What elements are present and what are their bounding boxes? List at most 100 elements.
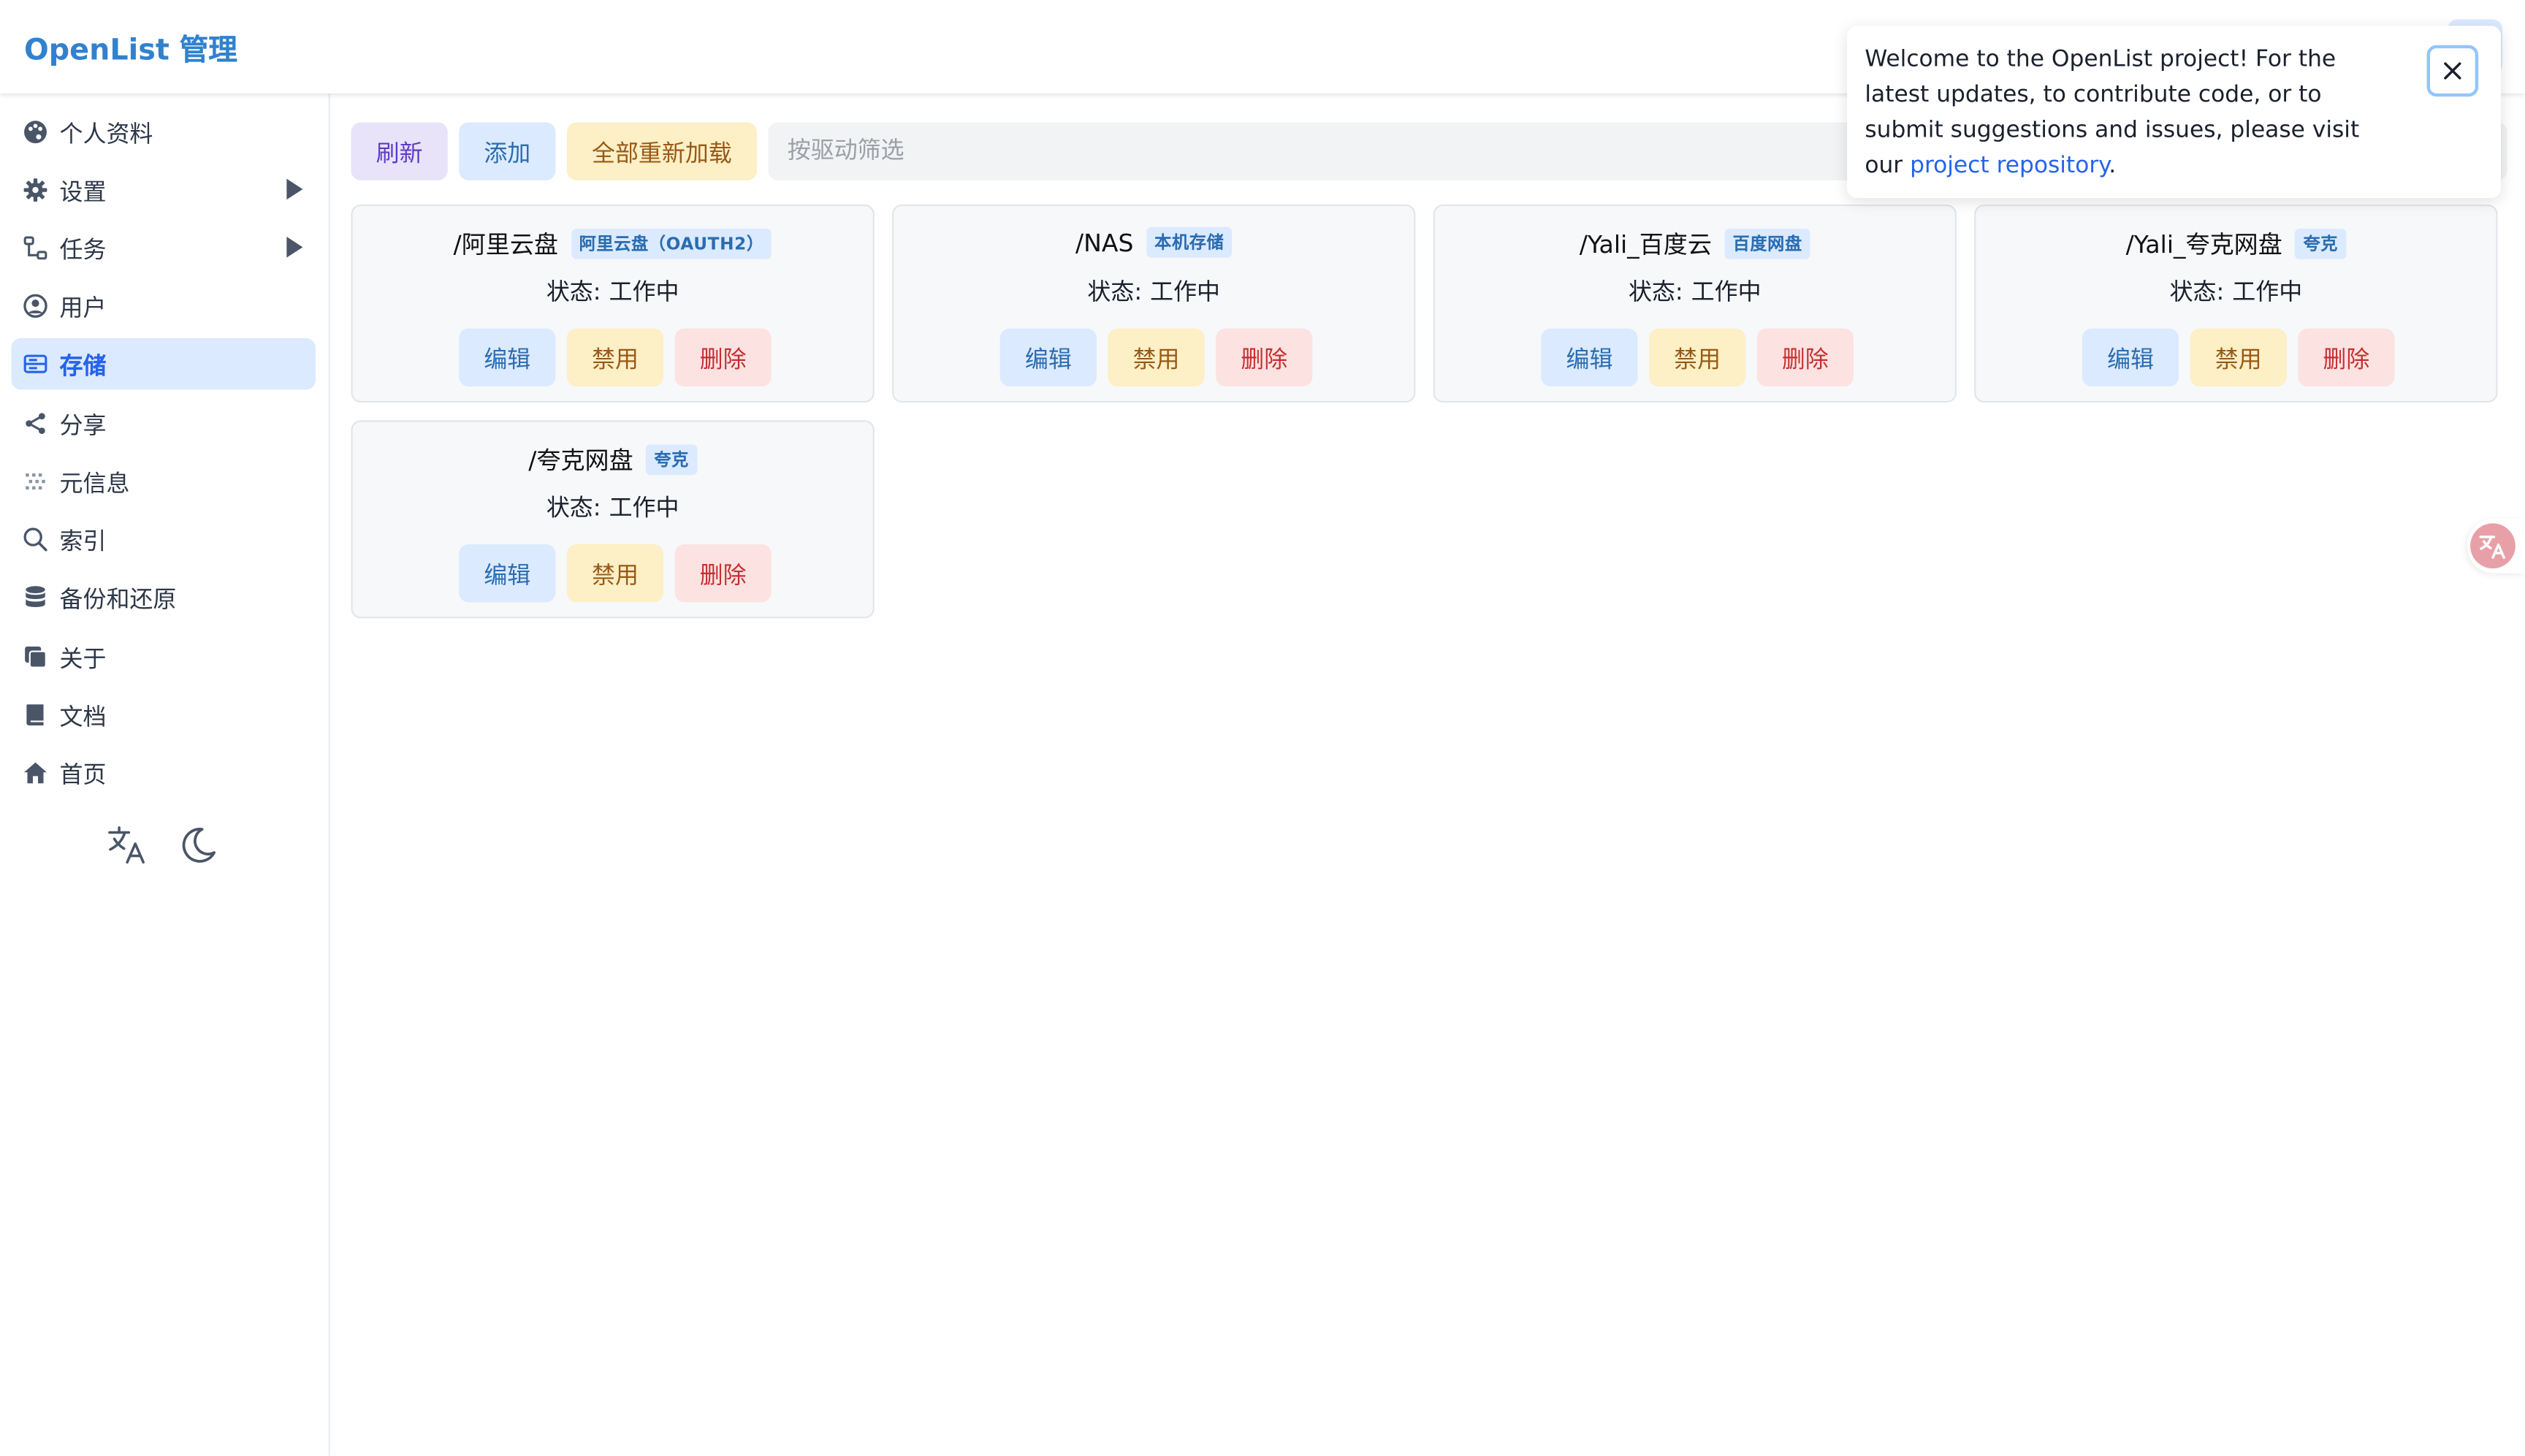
storage-status: 状态: 工作中 — [353, 489, 873, 523]
sidebar-item-label: 备份和还原 — [59, 587, 177, 613]
disable-button[interactable]: 禁用 — [1648, 328, 1746, 386]
status-label: 状态: — [546, 495, 601, 522]
storage-path: /NAS — [1075, 227, 1134, 257]
sidebar-item-about[interactable]: 关于 — [11, 631, 316, 683]
close-icon — [2444, 62, 2461, 80]
app-root: OpenList 管理 个人资料 设置 任务 用户 存储 分享 元信息 索引 备… — [0, 0, 2525, 1456]
storage-status: 状态: 工作中 — [1976, 274, 2496, 308]
sidebar-item-label: 关于 — [59, 646, 107, 673]
storage-card: /阿里云盘 阿里云盘（OAUTH2） 状态: 工作中 编辑 禁用 删除 — [351, 204, 875, 403]
sidebar-item-label: 索引 — [59, 529, 107, 555]
sidebar-item-label: 个人资料 — [59, 121, 153, 148]
palette-icon — [23, 119, 48, 145]
edit-button[interactable]: 编辑 — [459, 544, 556, 603]
share-icon — [23, 411, 48, 436]
toast-message: Welcome to the OpenList project! For the… — [1865, 42, 2390, 183]
storage-card: /Yali_百度云 百度网盘 状态: 工作中 编辑 禁用 删除 — [1433, 204, 1957, 403]
status-value: 工作中 — [2232, 280, 2303, 306]
sidebar-item-profile[interactable]: 个人资料 — [11, 106, 316, 158]
user-circle-icon — [23, 293, 48, 319]
status-value: 工作中 — [609, 495, 679, 522]
delete-button[interactable]: 删除 — [674, 328, 772, 386]
app-title[interactable]: OpenList 管理 — [24, 27, 237, 69]
translate-icon[interactable] — [106, 824, 148, 866]
home-icon — [23, 760, 48, 785]
status-label: 状态: — [546, 280, 601, 306]
sidebar-item-home[interactable]: 首页 — [11, 747, 316, 799]
floating-translate-button[interactable] — [2467, 518, 2525, 573]
sidebar-item-settings[interactable]: 设置 — [11, 164, 316, 216]
delete-button[interactable]: 删除 — [674, 544, 772, 603]
disable-button[interactable]: 禁用 — [1108, 328, 1205, 386]
sidebar-item-docs[interactable]: 文档 — [11, 689, 316, 741]
sidebar-item-label: 分享 — [59, 413, 107, 439]
storage-path: /阿里云盘 — [453, 230, 558, 259]
driver-badge: 夸克 — [646, 444, 697, 476]
storage-path: /Yali_夸克网盘 — [2125, 230, 2282, 259]
driver-badge: 百度网盘 — [1724, 228, 1810, 259]
storage-status: 状态: 工作中 — [894, 274, 1414, 308]
search-icon — [23, 527, 48, 552]
close-button[interactable] — [2426, 45, 2479, 97]
reload-all-button[interactable]: 全部重新加载 — [566, 122, 757, 180]
driver-badge: 夸克 — [2295, 228, 2347, 259]
database-icon — [23, 584, 48, 610]
copy-icon — [23, 644, 48, 670]
status-value: 工作中 — [1150, 280, 1221, 306]
gear-icon — [23, 177, 48, 202]
sidebar-item-metadata[interactable]: 元信息 — [11, 456, 316, 508]
edit-button[interactable]: 编辑 — [2082, 328, 2179, 386]
delete-button[interactable]: 删除 — [1756, 328, 1854, 386]
sidebar-item-label: 元信息 — [59, 470, 130, 497]
refresh-button[interactable]: 刷新 — [351, 122, 448, 180]
chevron-right-icon — [286, 178, 303, 200]
driver-badge: 阿里云盘（OAUTH2） — [571, 228, 772, 259]
edit-button[interactable]: 编辑 — [999, 328, 1097, 386]
sidebar-item-label: 文档 — [59, 704, 107, 731]
add-button[interactable]: 添加 — [459, 122, 556, 180]
sidebar-item-label: 任务 — [59, 237, 107, 264]
driver-badge: 本机存储 — [1146, 226, 1233, 258]
sidebar-item-users[interactable]: 用户 — [11, 281, 316, 332]
storage-status: 状态: 工作中 — [353, 274, 873, 308]
sidebar-item-label: 首页 — [59, 762, 107, 788]
project-repository-link[interactable]: project repository — [1910, 153, 2109, 178]
sidebar-item-label: 用户 — [59, 295, 107, 321]
disable-button[interactable]: 禁用 — [2190, 328, 2287, 386]
storage-card: /NAS 本机存储 状态: 工作中 编辑 禁用 删除 — [892, 204, 1416, 403]
status-value: 工作中 — [609, 280, 679, 306]
edit-button[interactable]: 编辑 — [459, 328, 556, 386]
sidebar-item-share[interactable]: 分享 — [11, 397, 316, 449]
book-icon — [23, 702, 48, 728]
chevron-right-icon — [286, 237, 303, 258]
storage-card: /Yali_夸克网盘 夸克 状态: 工作中 编辑 禁用 删除 — [1974, 204, 2498, 403]
translate-icon — [2470, 523, 2516, 569]
toast-suffix: . — [2109, 153, 2117, 179]
storage-status: 状态: 工作中 — [1435, 274, 1955, 308]
metadata-icon — [23, 468, 48, 494]
disable-button[interactable]: 禁用 — [566, 328, 664, 386]
sidebar-item-backup[interactable]: 备份和还原 — [11, 571, 316, 623]
sidebar-item-label: 设置 — [59, 179, 107, 206]
main-content: 刷新 添加 全部重新加载 /阿里云盘 阿里云盘（OAUTH2） 状态: 工作中 编… — [329, 94, 2525, 1456]
status-label: 状态: — [2169, 280, 2225, 306]
storage-card: /夸克网盘 夸克 状态: 工作中 编辑 禁用 删除 — [351, 420, 875, 619]
storage-path: /夸克网盘 — [528, 446, 633, 476]
status-value: 工作中 — [1691, 280, 1762, 306]
moon-icon[interactable] — [177, 824, 218, 866]
delete-button[interactable]: 删除 — [1216, 328, 1313, 386]
sidebar: 个人资料 设置 任务 用户 存储 分享 元信息 索引 备份和还原 关于 文档 首… — [0, 93, 330, 1456]
status-label: 状态: — [1087, 280, 1143, 306]
disable-button[interactable]: 禁用 — [566, 544, 664, 603]
tasks-icon — [23, 235, 48, 261]
sidebar-tools — [106, 824, 218, 866]
storage-path: /Yali_百度云 — [1579, 230, 1712, 259]
sidebar-item-tasks[interactable]: 任务 — [11, 222, 316, 274]
sidebar-item-storage[interactable]: 存储 — [11, 338, 316, 390]
status-label: 状态: — [1628, 280, 1683, 306]
sidebar-item-label: 存储 — [59, 353, 107, 380]
storage-icon — [23, 351, 48, 376]
sidebar-item-index[interactable]: 索引 — [11, 514, 316, 565]
edit-button[interactable]: 编辑 — [1541, 328, 1638, 386]
delete-button[interactable]: 删除 — [2298, 328, 2395, 386]
